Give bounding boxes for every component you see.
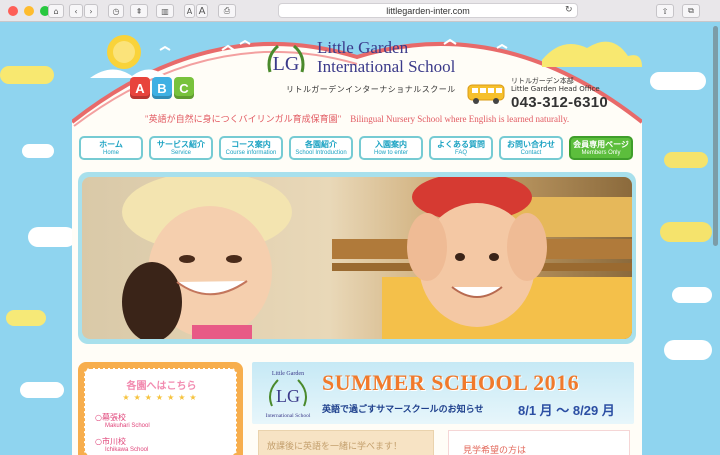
- school-link-label: ○市川校: [95, 437, 126, 446]
- nav-sublabel: Home: [102, 149, 119, 156]
- yellow-cloud-icon: [6, 310, 46, 326]
- summer-logo-line2: International School: [266, 413, 311, 419]
- children-pool-photo: [82, 177, 632, 339]
- font-smaller-button[interactable]: A: [184, 4, 195, 18]
- school-links-panel: 各園へはこちら ★★★★★★★ ○幕張校 Makuhari School ○市川…: [78, 362, 243, 455]
- history-icon[interactable]: ◷: [108, 4, 124, 18]
- star-decoration: ★★★★★★★: [122, 393, 201, 402]
- nav-sublabel: How to enter: [373, 149, 409, 156]
- cloud-icon: [650, 72, 706, 90]
- office-name-jp: リトルガーデン本部: [511, 77, 574, 85]
- after-school-banner[interactable]: 放課後に英語を一緒に学べます！: [258, 430, 434, 455]
- share-up-icon[interactable]: ⇞: [130, 4, 148, 18]
- visit-request-text: 見学希望の方は: [463, 446, 527, 455]
- nav-label: 入園案内: [375, 139, 407, 149]
- cloud-icon: [672, 287, 712, 303]
- school-link-label: ○幕張校: [95, 413, 126, 422]
- nav-label: お問い合わせ: [507, 139, 555, 149]
- hero-photo: [82, 177, 632, 339]
- site-header: LG Little Garden International School リト…: [72, 22, 642, 142]
- address-bar[interactable]: littlegarden-inter.com: [278, 3, 578, 18]
- school-links-inner: 各園へはこちら ★★★★★★★ ○幕張校 Makuhari School ○市川…: [84, 368, 237, 455]
- window-controls: [8, 5, 50, 16]
- nav-contact[interactable]: お問い合わせ Contact: [499, 136, 563, 160]
- school-logo-icon: LG: [267, 44, 305, 75]
- school-link-makuhari[interactable]: ○幕張校 Makuhari School: [95, 413, 150, 431]
- nav-home[interactable]: ホーム Home: [79, 136, 143, 160]
- back-button[interactable]: ‹: [69, 4, 83, 18]
- school-name: Little Garden International School: [317, 38, 455, 76]
- summer-school-banner[interactable]: Little Garden LG International School SU…: [252, 362, 634, 424]
- block-b: B: [152, 77, 172, 99]
- nav-sublabel: Members Only: [581, 149, 621, 156]
- summer-logo-line1: Little Garden: [272, 371, 304, 377]
- nav-label: サービス紹介: [157, 139, 205, 149]
- nav-faq[interactable]: よくある質問 FAQ: [429, 136, 493, 160]
- nav-label: よくある質問: [437, 139, 485, 149]
- cloud-icon: [664, 340, 712, 360]
- bus-icon: [467, 84, 505, 104]
- reload-icon[interactable]: ↻: [565, 5, 573, 15]
- school-link-ichikawa[interactable]: ○市川校 Ichikawa School: [95, 437, 148, 455]
- address-text: littlegarden-inter.com: [386, 6, 470, 16]
- nav-label: ホーム: [99, 139, 123, 149]
- nav-sublabel: Service: [170, 149, 191, 156]
- cloud-icon: [22, 144, 54, 158]
- summer-school-dates: 8/1 月 ～ 8/29 月: [518, 403, 615, 418]
- tabs-icon[interactable]: ⧉: [682, 4, 700, 18]
- nav-label: 会員専用ページ: [573, 139, 629, 149]
- home-icon[interactable]: ⌂: [48, 4, 64, 18]
- font-larger-button[interactable]: A: [196, 4, 208, 18]
- phone-number[interactable]: 043-312-6310: [511, 94, 631, 111]
- nav-label: コース案内: [231, 139, 271, 149]
- abc-blocks: A B C: [130, 77, 194, 99]
- nav-how-to-enter[interactable]: 入園案内 How to enter: [359, 136, 423, 160]
- yellow-cloud-icon: [664, 152, 708, 168]
- nav-service[interactable]: サービス紹介 Service: [149, 136, 213, 160]
- school-name-line2: International School: [317, 57, 456, 76]
- minimize-window-button[interactable]: [24, 5, 34, 16]
- nav-school-intro[interactable]: 各園紹介 School Introduction: [289, 136, 353, 160]
- cloud-icon: [20, 382, 64, 398]
- nav-label: 各園紹介: [305, 139, 337, 149]
- block-c: C: [174, 77, 194, 99]
- block-a: A: [130, 77, 150, 99]
- school-links-title: 各園へはこちら: [126, 381, 197, 392]
- nav-members-only[interactable]: 会員専用ページ Members Only: [569, 136, 633, 160]
- yellow-cloud-icon: [0, 66, 54, 84]
- school-logo-icon: Little Garden LG International School: [266, 371, 311, 419]
- visit-request-banner[interactable]: 見学希望の方は: [448, 430, 630, 455]
- hero-banner: [78, 172, 636, 344]
- share-icon[interactable]: ⇧: [656, 4, 674, 18]
- logo-badge-text: LG: [273, 53, 300, 75]
- site-container: LG Little Garden International School リト…: [72, 22, 642, 455]
- close-window-button[interactable]: [8, 5, 18, 16]
- summer-school-title: SUMMER SCHOOL 2016: [322, 370, 580, 395]
- summer-school-subtitle: 英語で過ごすサマースクールのお知らせ: [322, 405, 484, 415]
- office-name-en: Little Garden Head Office: [511, 85, 600, 93]
- school-link-sublabel: Ichikawa School: [105, 447, 149, 453]
- nav-sublabel: School Introduction: [295, 149, 347, 156]
- main-navigation: ホーム Home サービス紹介 Service コース案内 Course inform…: [79, 136, 633, 160]
- nav-sublabel: Course information: [225, 149, 277, 156]
- cloud-icon: [28, 227, 76, 247]
- sidebar-icon[interactable]: ▥: [156, 4, 174, 18]
- browser-toolbar: ⌂ ‹ › ◷ ⇞ ▥ A A ⎙ littlegarden-inter.com…: [0, 0, 720, 22]
- school-name-japanese: リトルガーデンインターナショナルスクール: [286, 85, 456, 94]
- nav-course[interactable]: コース案内 Course information: [219, 136, 283, 160]
- print-icon[interactable]: ⎙: [218, 4, 236, 18]
- nav-sublabel: FAQ: [454, 149, 467, 156]
- summer-logo-badge: LG: [276, 386, 300, 406]
- forward-button[interactable]: ›: [84, 4, 98, 18]
- yellow-cloud-icon: [660, 222, 712, 242]
- tagline: "英語が自然に身につくバイリンガル育成保育園" Bilingual Nurser…: [144, 114, 570, 124]
- scrollbar[interactable]: [711, 22, 720, 455]
- school-name-line1: Little Garden: [317, 38, 409, 57]
- after-school-text: 放課後に英語を一緒に学べます！: [267, 442, 403, 452]
- nav-sublabel: Contact: [520, 149, 542, 156]
- school-link-sublabel: Makuhari School: [105, 423, 150, 429]
